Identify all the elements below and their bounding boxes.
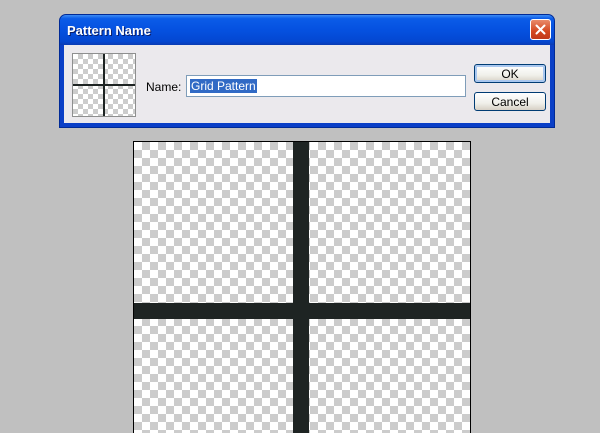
grid-vertical-line bbox=[293, 142, 309, 433]
ok-button[interactable]: OK bbox=[474, 64, 546, 83]
name-label: Name: bbox=[146, 80, 182, 94]
close-icon bbox=[535, 24, 546, 35]
dialog-titlebar[interactable]: Pattern Name bbox=[60, 15, 554, 45]
grid-horizontal-line bbox=[134, 303, 470, 319]
pattern-name-dialog: Pattern Name Name: Grid Pattern OK Cance… bbox=[59, 14, 555, 128]
close-button[interactable] bbox=[530, 19, 551, 40]
pattern-thumbnail bbox=[72, 53, 136, 117]
pattern-canvas bbox=[133, 141, 471, 433]
pattern-name-input[interactable]: Grid Pattern bbox=[186, 75, 466, 97]
dialog-title: Pattern Name bbox=[67, 23, 151, 38]
cancel-button[interactable]: Cancel bbox=[474, 92, 546, 111]
dialog-body: Name: Grid Pattern OK Cancel bbox=[64, 45, 550, 123]
thumbnail-horizontal-line bbox=[73, 84, 135, 86]
pattern-name-selected-text: Grid Pattern bbox=[190, 79, 257, 93]
